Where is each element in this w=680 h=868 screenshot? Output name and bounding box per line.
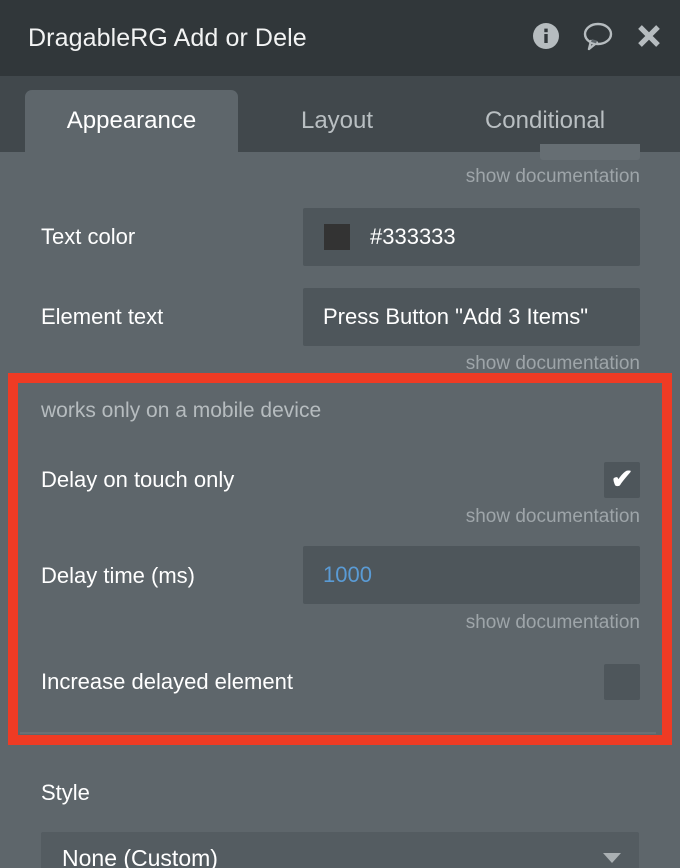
window-titlebar: DragableRG Add or Dele <box>0 0 680 76</box>
checkmark-icon: ✔ <box>610 463 634 494</box>
tab-conditional[interactable]: Conditional <box>440 90 650 152</box>
show-documentation-link-1[interactable]: show documentation <box>466 166 640 188</box>
tab-appearance-label: Appearance <box>66 107 197 134</box>
text-color-field[interactable]: #333333 <box>303 208 640 266</box>
clipped-field-above[interactable] <box>540 144 640 160</box>
show-documentation-link-4[interactable]: show documentation <box>466 612 640 634</box>
delay-on-touch-only-label: Delay on touch only <box>41 467 235 492</box>
plugin-property-editor-window: DragableRG Add or Dele Appearance Layout… <box>0 0 680 868</box>
text-color-value: #333333 <box>370 224 456 249</box>
element-text-value: Press Button "Add 3 Items" <box>323 304 589 329</box>
tab-layout-label: Layout <box>300 107 374 134</box>
delay-time-input[interactable]: 1000 <box>303 546 640 604</box>
style-dropdown[interactable]: None (Custom) <box>41 832 639 868</box>
tab-conditional-label: Conditional <box>484 107 606 134</box>
properties-panel: show documentation Text color #333333 El… <box>0 144 680 868</box>
tab-appearance[interactable]: Appearance <box>25 90 238 152</box>
show-documentation-link-2[interactable]: show documentation <box>466 353 640 375</box>
text-color-label: Text color <box>41 224 136 249</box>
titlebar-icon-group <box>532 21 662 56</box>
color-swatch[interactable] <box>324 224 350 250</box>
show-documentation-link-3[interactable]: show documentation <box>466 506 640 528</box>
tab-bar: Appearance Layout Conditional <box>0 76 680 152</box>
info-icon[interactable] <box>532 22 560 55</box>
increase-delayed-element-label: Increase delayed element <box>41 669 293 694</box>
close-icon[interactable] <box>636 23 662 54</box>
element-text-label: Element text <box>41 304 164 329</box>
style-dropdown-value: None (Custom) <box>62 844 218 868</box>
increase-delayed-element-checkbox[interactable] <box>604 664 640 700</box>
comment-icon[interactable] <box>582 21 614 56</box>
delay-time-label: Delay time (ms) <box>41 563 196 588</box>
mobile-device-note: works only on a mobile device <box>41 399 322 422</box>
delay-time-value: 1000 <box>323 562 372 587</box>
style-label: Style <box>41 780 90 805</box>
tab-layout[interactable]: Layout <box>258 90 416 152</box>
delay-on-touch-only-checkbox[interactable]: ✔ <box>604 462 640 498</box>
section-divider <box>20 732 656 734</box>
chevron-down-icon <box>603 853 621 863</box>
element-text-input[interactable]: Press Button "Add 3 Items" <box>303 288 640 346</box>
window-title: DragableRG Add or Dele <box>28 23 307 52</box>
